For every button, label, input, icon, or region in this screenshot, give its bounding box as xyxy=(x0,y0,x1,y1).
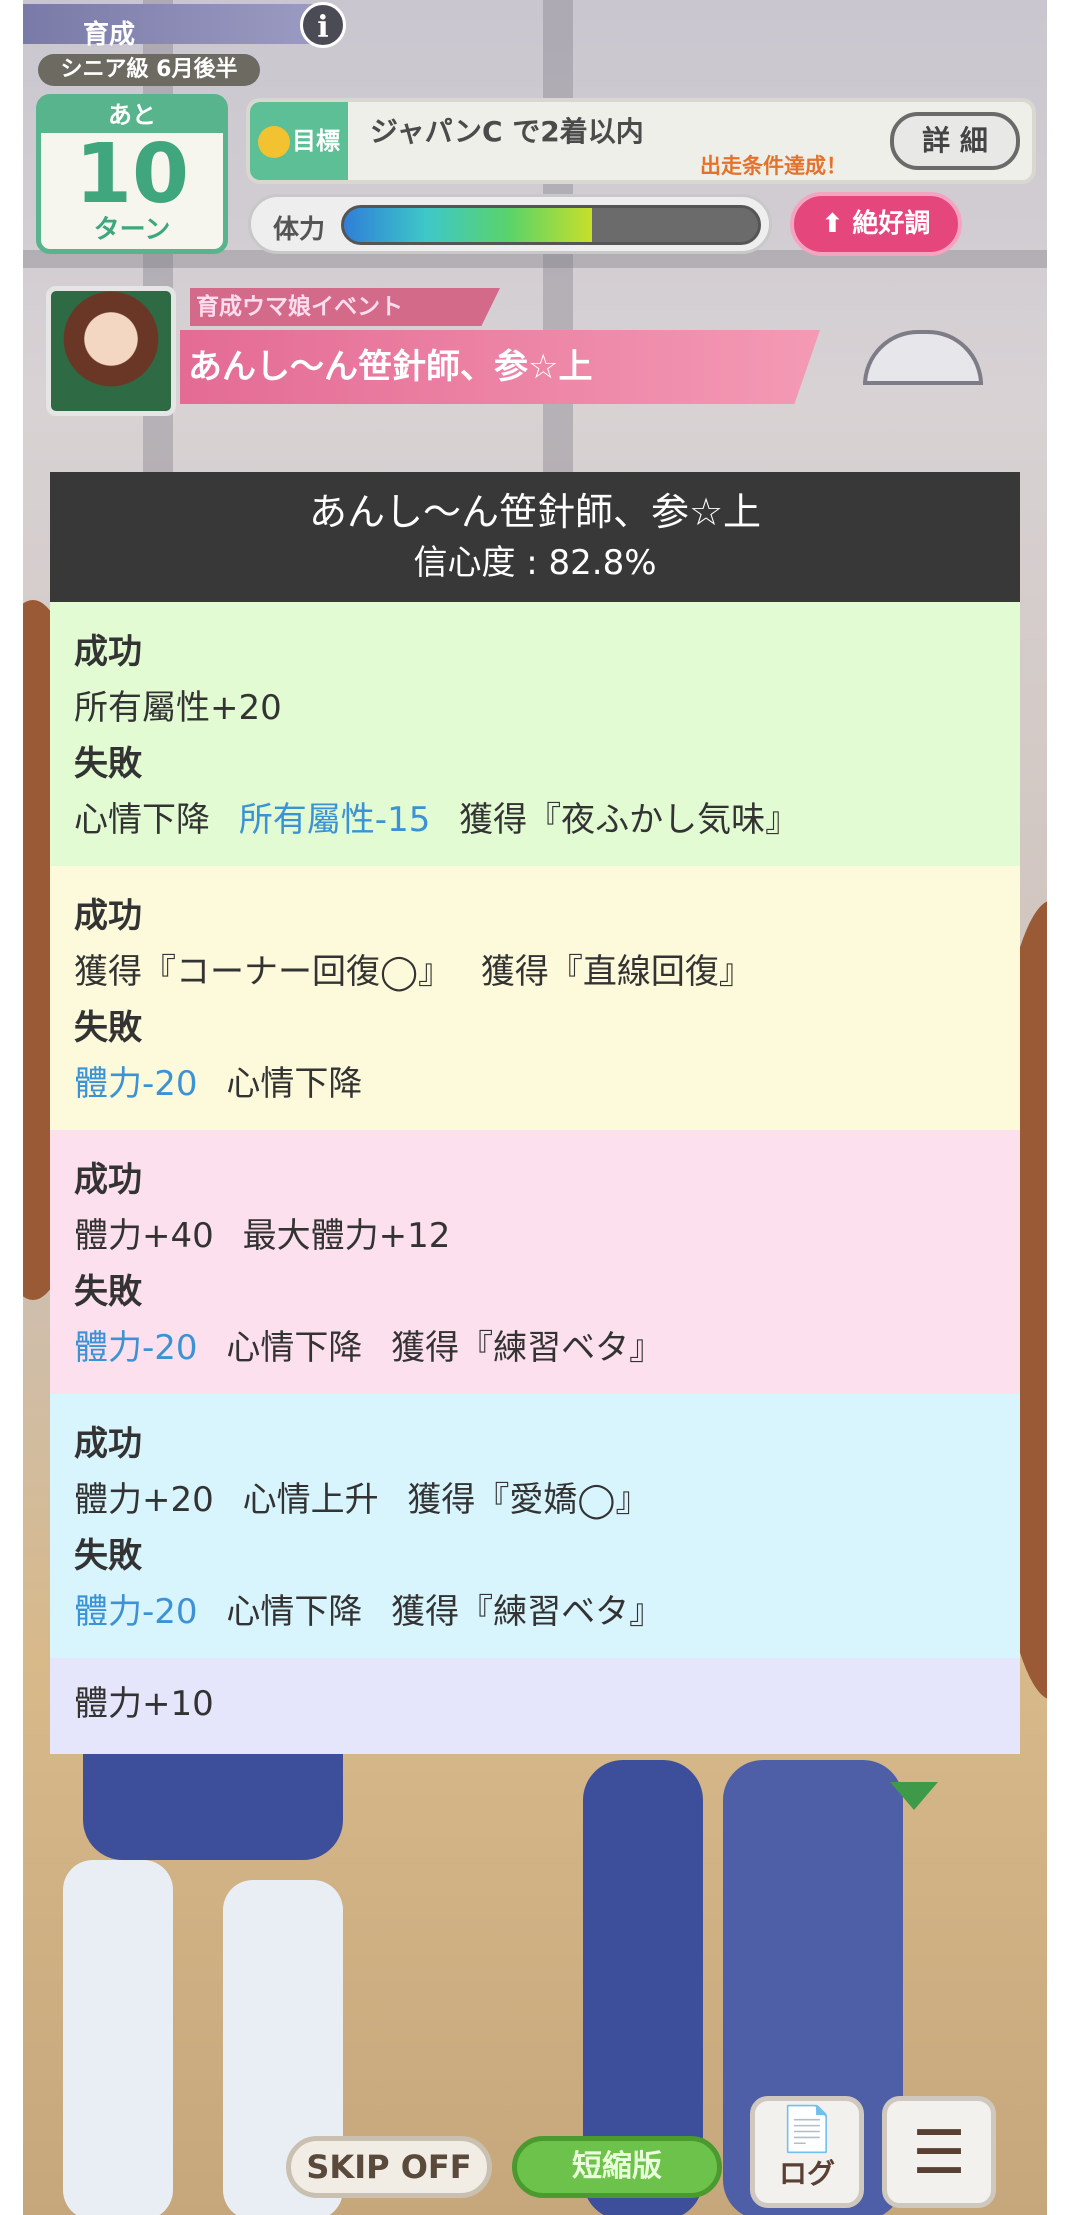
turn-count: 10 xyxy=(74,127,190,222)
effect: 獲得『直線回復』 xyxy=(480,952,753,992)
success-label: 成功 xyxy=(74,632,142,672)
goal-tag-label: 目標 xyxy=(292,127,340,155)
stamina-bar: 体力 xyxy=(248,194,772,254)
effect-negative: 體力-20 xyxy=(74,1592,198,1632)
fail-effects: 體力-20 心情下降 獲得『練習ベタ』 xyxy=(74,1584,996,1640)
mood-label: 絶好調 xyxy=(852,209,931,239)
effect: 心情上升 xyxy=(242,1480,379,1520)
success-effects: 體力+20 心情上升 獲得『愛嬌◯』 xyxy=(74,1472,996,1528)
fail-label: 失敗 xyxy=(74,744,142,784)
effect: 獲得『コーナー回復◯』 xyxy=(74,952,453,992)
choice-option-3[interactable]: 成功 體力+40 最大體力+12 失敗 體力-20 心情下降 獲得『練習ベタ』 xyxy=(50,1130,1020,1394)
fail-effects: 體力-20 心情下降 獲得『練習ベタ』 xyxy=(74,1320,996,1376)
mode-title-bar: 育成 xyxy=(23,4,343,50)
fail-label: 失敗 xyxy=(74,1536,142,1576)
effect: 獲得『夜ふかし気味』 xyxy=(459,800,800,840)
event-choices-overlay: あんし〜ん笹針師、参☆上 信心度 : 82.8% 成功 所有屬性+20 失敗 心… xyxy=(50,472,1020,1754)
event-title: あんし〜ん笹針師、参☆上 xyxy=(180,330,820,404)
season-label: シニア級 6月後半 xyxy=(38,54,260,86)
overlay-header: あんし〜ん笹針師、参☆上 信心度 : 82.8% xyxy=(50,472,1020,602)
goal-tag: 目標 xyxy=(250,102,348,180)
effect: 心情下降 xyxy=(226,1592,363,1632)
menu-icon: ☰ xyxy=(912,2118,966,2188)
short-version-button[interactable]: 短縮版 xyxy=(512,2136,722,2198)
background-character-sock xyxy=(63,1860,173,2215)
effect: 最大體力+12 xyxy=(242,1216,451,1256)
choice-option-2[interactable]: 成功 獲得『コーナー回復◯』 獲得『直線回復』 失敗 體力-20 心情下降 xyxy=(50,866,1020,1130)
goal-icon xyxy=(258,126,290,158)
success-label: 成功 xyxy=(74,1424,142,1464)
effect: 心情下降 xyxy=(226,1328,363,1368)
success-label: 成功 xyxy=(74,896,142,936)
turn-counter: あと 10 ターン xyxy=(36,94,228,254)
fail-effects: 心情下降 所有屬性-15 獲得『夜ふかし気味』 xyxy=(74,792,996,848)
effect: 所有屬性+20 xyxy=(74,688,282,728)
success-effects: 獲得『コーナー回復◯』 獲得『直線回復』 xyxy=(74,944,996,1000)
effect: 獲得『練習ベタ』 xyxy=(391,1328,664,1368)
skip-button[interactable]: SKIP OFF xyxy=(286,2136,492,2198)
effect-negative: 所有屬性-15 xyxy=(238,800,431,840)
success-effects: 所有屬性+20 xyxy=(74,680,996,736)
goal-status: 出走条件達成！ xyxy=(700,154,847,178)
effect: 心情下降 xyxy=(226,1064,363,1104)
effect: 獲得『練習ベタ』 xyxy=(391,1592,664,1632)
overlay-title: あんし〜ん笹針師、参☆上 xyxy=(308,490,762,534)
effect-negative: 體力-20 xyxy=(74,1064,198,1104)
effect: 獲得『愛嬌◯』 xyxy=(407,1480,650,1520)
success-effects: 體力+40 最大體力+12 xyxy=(74,1208,996,1264)
goal-detail-button[interactable]: 詳 細 xyxy=(890,112,1020,170)
mode-title: 育成 xyxy=(83,20,136,50)
fail-label: 失敗 xyxy=(74,1008,142,1048)
log-icon: 📄 xyxy=(779,2104,835,2155)
choice-option-4[interactable]: 成功 體力+20 心情上升 獲得『愛嬌◯』 失敗 體力-20 心情下降 獲得『練… xyxy=(50,1394,1020,1658)
info-button[interactable]: i xyxy=(300,2,346,48)
effect: 體力+40 xyxy=(74,1216,214,1256)
fail-effects: 體力-20 心情下降 xyxy=(74,1056,996,1112)
arrow-up-icon: ⬆ xyxy=(821,209,844,239)
goal-panel: 目標 ジャパンC で2着以内 出走条件達成！ 詳 細 xyxy=(246,98,1036,184)
stamina-track xyxy=(341,205,761,245)
effect-negative: 體力-20 xyxy=(74,1328,198,1368)
log-button[interactable]: 📄 ログ xyxy=(750,2096,864,2208)
mood-button[interactable]: ⬆ 絶好調 xyxy=(790,192,962,256)
info-icon: i xyxy=(317,10,329,45)
background-lamp xyxy=(863,330,983,385)
stamina-fill xyxy=(344,208,593,242)
event-type-label: 育成ウマ娘イベント xyxy=(190,288,500,326)
overlay-confidence: 信心度 : 82.8% xyxy=(413,543,657,583)
effect: 心情下降 xyxy=(74,800,210,840)
log-label: ログ xyxy=(778,2157,835,2190)
character-avatar xyxy=(46,286,176,416)
effect: 體力+10 xyxy=(74,1684,214,1724)
menu-button[interactable]: ☰ xyxy=(882,2096,996,2208)
left-edge xyxy=(0,0,23,2215)
effect: 體力+20 xyxy=(74,1480,214,1520)
right-edge xyxy=(1047,0,1075,2215)
choice-option-5[interactable]: 體力+10 xyxy=(50,1658,1020,1754)
goal-text: ジャパンC で2着以内 xyxy=(370,115,644,148)
stamina-label: 体力 xyxy=(273,215,326,245)
continue-chevron-icon xyxy=(890,1782,938,1810)
choice-option-1[interactable]: 成功 所有屬性+20 失敗 心情下降 所有屬性-15 獲得『夜ふかし気味』 xyxy=(50,602,1020,866)
fail-label: 失敗 xyxy=(74,1272,142,1312)
turn-label-bottom: ターン xyxy=(93,215,171,245)
success-label: 成功 xyxy=(74,1160,142,1200)
